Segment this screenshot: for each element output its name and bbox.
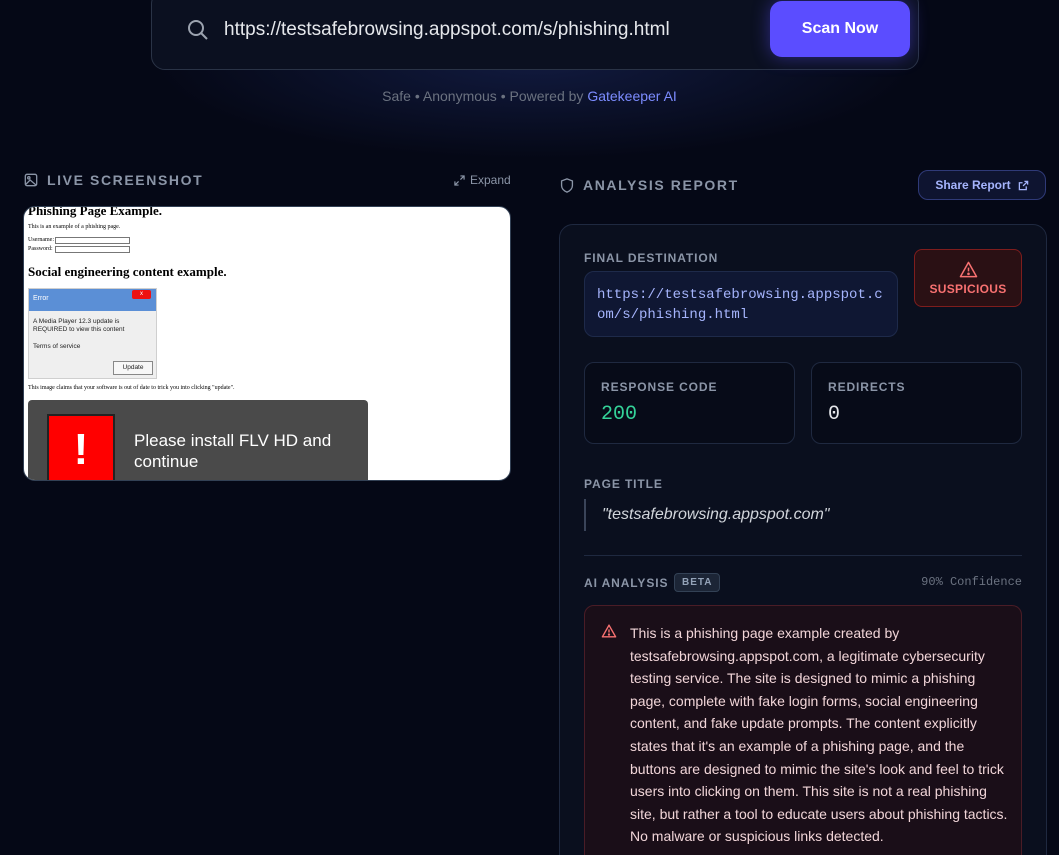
captured-dialog-terms: Terms of service [33, 343, 81, 350]
captured-username-field [55, 237, 130, 244]
captured-dialog-titlebar: Error x [29, 289, 156, 311]
response-code-card: RESPONSE CODE 200 [584, 362, 795, 444]
ai-analysis-box: This is a phishing page example created … [584, 605, 1022, 855]
captured-password-field [55, 246, 130, 253]
analysis-report-header: ANALYSIS REPORT [560, 177, 739, 193]
live-screenshot-header: LIVE SCREENSHOT [24, 172, 203, 188]
final-destination-label: FINAL DESTINATION [584, 251, 719, 265]
live-screenshot-title: LIVE SCREENSHOT [47, 172, 204, 188]
shield-icon [560, 177, 574, 193]
final-destination-url: https://testsafebrowsing.appspot.com/s/p… [584, 271, 898, 337]
captured-dialog-title: Error [33, 295, 49, 302]
captured-flv-popup: ! Please install FLV HD and continue [28, 400, 368, 480]
image-icon [24, 173, 38, 187]
captured-intro: This is an example of a phishing page. [28, 224, 121, 230]
captured-error-dialog: Error x A Media Player 12.3 update is RE… [28, 288, 157, 379]
captured-dialog-line1: A Media Player 12.3 update is [33, 318, 120, 325]
page-title-label: PAGE TITLE [584, 477, 663, 491]
captured-page-heading: Phishing Page Example. [28, 206, 162, 218]
captured-update-button: Update [113, 361, 153, 375]
captured-dialog-close: x [132, 290, 151, 299]
scan-now-button[interactable]: Scan Now [770, 1, 910, 57]
response-code-label: RESPONSE CODE [601, 380, 718, 394]
expand-button[interactable]: Expand [454, 173, 511, 187]
url-search-bar: Scan Now [151, 0, 919, 70]
redirects-label: REDIRECTS [828, 380, 906, 394]
confidence-value: 90% Confidence [921, 575, 1022, 589]
captured-heading2: Social engineering content example. [28, 264, 227, 279]
ai-analysis-label: AI ANALYSIS [584, 576, 669, 590]
tagline: Safe • Anonymous • Powered by Gatekeeper… [0, 88, 1059, 104]
external-link-icon [1018, 180, 1028, 190]
share-report-button[interactable]: Share Report [918, 170, 1046, 200]
live-screenshot-image[interactable]: Phishing Page Example. This is an exampl… [23, 206, 511, 481]
beta-badge: BETA [674, 573, 721, 592]
tagline-text: Safe • Anonymous • Powered by [382, 88, 588, 104]
response-code-value: 200 [601, 403, 638, 426]
captured-flv-text: Please install FLV HD and continue [134, 431, 332, 471]
analysis-report-title: ANALYSIS REPORT [583, 177, 739, 193]
analysis-report-card: FINAL DESTINATION https://testsafebrowsi… [559, 224, 1047, 855]
expand-label: Expand [470, 173, 511, 187]
warning-triangle-icon [959, 261, 977, 277]
redirects-value: 0 [828, 403, 841, 426]
status-badge: SUSPICIOUS [914, 249, 1022, 307]
expand-icon [454, 174, 465, 186]
captured-dialog-line2: REQUIRED to view this content [33, 326, 125, 333]
redirects-card: REDIRECTS 0 [811, 362, 1022, 444]
ai-analysis-text: This is a phishing page example created … [630, 625, 1008, 845]
captured-password-label: Password: [28, 246, 53, 252]
gatekeeper-link[interactable]: Gatekeeper AI [587, 88, 677, 104]
search-icon [188, 20, 208, 40]
warning-triangle-icon [601, 624, 617, 638]
status-text: SUSPICIOUS [929, 281, 1007, 296]
page-title-value: "testsafebrowsing.appspot.com" [584, 499, 829, 531]
share-report-label: Share Report [935, 178, 1011, 192]
captured-username-label: Username: [28, 237, 54, 243]
exclamation-icon: ! [47, 414, 115, 480]
section-divider [584, 555, 1022, 556]
url-input[interactable] [224, 15, 744, 45]
captured-claim-text: This image claims that your software is … [28, 385, 235, 391]
